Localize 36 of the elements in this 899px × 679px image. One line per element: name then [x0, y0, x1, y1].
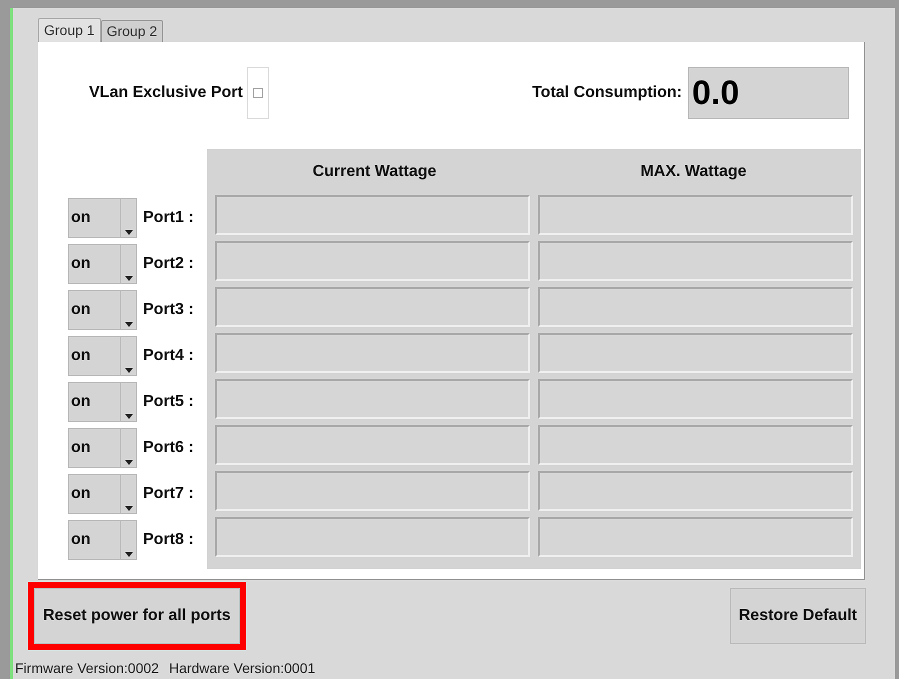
- total-label: Total Consumption:: [532, 83, 682, 103]
- caret-icon: [124, 506, 132, 511]
- port-label: Port3 :: [143, 300, 194, 320]
- port-label: Port6 :: [143, 438, 194, 458]
- dropdown[interactable]: on: [68, 290, 137, 330]
- action-button[interactable]: Reset power for all ports: [34, 588, 240, 644]
- port-label: Port1 :: [143, 208, 194, 228]
- tab[interactable]: Group 2: [100, 20, 164, 42]
- total-field: 0.0: [688, 67, 849, 119]
- port-label: Port4 :: [143, 346, 194, 366]
- tab[interactable]: Group 1: [38, 18, 101, 42]
- caret-icon: [124, 552, 132, 557]
- caret-icon: [124, 322, 132, 327]
- dropdown[interactable]: on: [68, 520, 137, 560]
- vlan-label: VLan Exclusive Port: [89, 83, 243, 103]
- action-button[interactable]: Restore Default: [730, 588, 866, 644]
- dropdown[interactable]: on: [68, 428, 137, 468]
- column-header: MAX. Wattage: [639, 162, 748, 182]
- status-text: Firmware Version:0002: [15, 659, 159, 678]
- port-label: Port2 :: [143, 254, 194, 274]
- port-label: Port5 :: [143, 392, 194, 412]
- dropdown[interactable]: on: [68, 244, 137, 284]
- dropdown[interactable]: on: [68, 474, 137, 514]
- dropdown[interactable]: on: [68, 382, 137, 422]
- status-text: Hardware Version:0001: [168, 659, 316, 678]
- caret-icon: [124, 368, 132, 373]
- port-label: Port7 :: [143, 484, 194, 504]
- port-label: Port8 :: [143, 530, 194, 550]
- caret-icon: [124, 276, 132, 281]
- caret-icon: [124, 230, 132, 235]
- vlan-checkbox[interactable]: [252, 88, 263, 98]
- caret-icon: [124, 460, 132, 465]
- column-header: Current Wattage: [312, 162, 438, 182]
- dropdown[interactable]: on: [68, 198, 137, 238]
- dropdown[interactable]: on: [68, 336, 137, 376]
- caret-icon: [124, 414, 132, 419]
